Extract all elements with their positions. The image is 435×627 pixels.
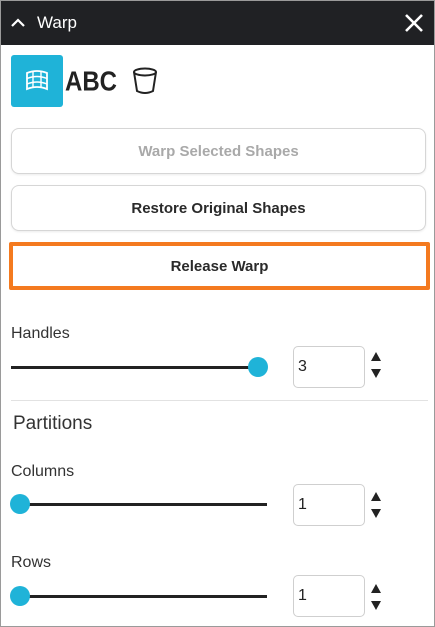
chevron-up-icon[interactable] <box>9 14 27 32</box>
slider-thumb[interactable] <box>248 357 268 377</box>
warp-text-icon: ABC <box>65 67 117 97</box>
arrow-down-icon[interactable] <box>369 598 383 612</box>
handles-input[interactable]: 3 <box>293 346 365 388</box>
rows-input[interactable]: 1 <box>293 575 365 617</box>
warp-panel: Warp ABC Warp Selected Shapes Restore Or… <box>0 0 435 627</box>
columns-label: Columns <box>11 463 75 480</box>
restore-original-shapes-button[interactable]: Restore Original Shapes <box>11 185 426 231</box>
slider-track <box>11 503 267 506</box>
arrow-up-icon[interactable] <box>369 490 383 504</box>
warp-grid-icon <box>26 70 48 91</box>
warp-selected-shapes-button[interactable]: Warp Selected Shapes <box>11 128 426 174</box>
warp-text-tool-button[interactable]: ABC <box>65 55 117 107</box>
slider-thumb[interactable] <box>10 494 30 514</box>
columns-slider[interactable] <box>10 494 269 514</box>
arrow-up-icon[interactable] <box>369 350 383 364</box>
rows-slider[interactable] <box>10 586 269 606</box>
container-tool-button[interactable] <box>119 55 171 107</box>
section-divider <box>11 400 428 401</box>
slider-track <box>11 595 267 598</box>
release-warp-button[interactable]: Release Warp <box>9 242 430 290</box>
columns-input[interactable]: 1 <box>293 484 365 526</box>
handles-label: Handles <box>11 325 70 342</box>
slider-thumb[interactable] <box>10 586 30 606</box>
arrow-down-icon[interactable] <box>369 506 383 520</box>
partitions-heading: Partitions <box>13 413 93 434</box>
arrow-down-icon[interactable] <box>369 366 383 380</box>
slider-track <box>11 366 267 369</box>
warp-grid-tool-button[interactable] <box>11 55 63 107</box>
arrow-up-icon[interactable] <box>369 582 383 596</box>
container-icon <box>133 67 157 94</box>
handles-slider[interactable] <box>11 357 269 377</box>
panel-titlebar: Warp <box>1 1 434 45</box>
svg-text:ABC: ABC <box>65 67 117 97</box>
close-icon[interactable] <box>402 11 426 35</box>
rows-label: Rows <box>11 554 52 571</box>
panel-title: Warp <box>37 13 77 32</box>
